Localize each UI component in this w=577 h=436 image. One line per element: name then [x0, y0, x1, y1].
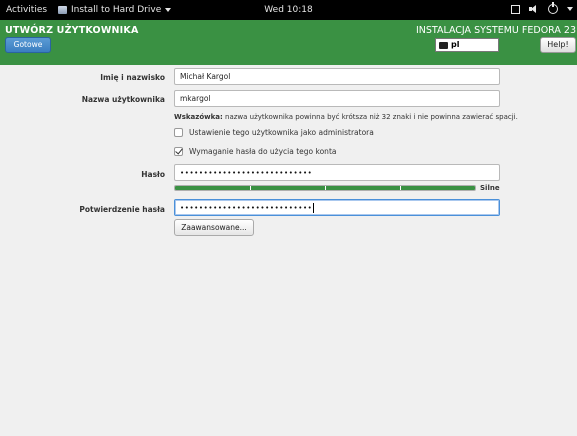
confirm-password-label: Potwierdzenie hasła [79, 205, 165, 214]
confirm-password-field[interactable]: •••••••••••••••••••••••••••• [174, 199, 500, 216]
activities-button[interactable]: Activities [6, 5, 47, 15]
keyboard-layout-label: pl [451, 40, 460, 49]
full-name-label: Imię i nazwisko [100, 73, 165, 82]
username-field[interactable]: mkargol [174, 90, 500, 107]
page-title: UTWÓRZ UŻYTKOWNIKA [5, 25, 139, 36]
require-password-checkbox[interactable] [174, 147, 183, 156]
volume-icon [529, 4, 539, 14]
power-icon [548, 2, 558, 14]
password-strength-label: Silne [480, 184, 500, 192]
window-icon [511, 4, 520, 14]
advanced-button[interactable]: Zaawansowane... [174, 219, 254, 236]
admin-checkbox-row[interactable]: Ustawienie tego użytkownika jako adminis… [174, 128, 374, 137]
username-value: mkargol [180, 94, 211, 103]
text-cursor [313, 203, 315, 213]
top-bar: Activities Install to Hard Drive Wed 10:… [0, 0, 577, 20]
full-name-field[interactable]: Michał Kargol [174, 68, 500, 85]
done-button[interactable]: Gotowe [5, 37, 51, 53]
keyboard-icon [439, 41, 448, 49]
strength-tick [325, 186, 326, 190]
app-menu[interactable]: Install to Hard Drive [58, 5, 172, 15]
chevron-down-icon [567, 7, 573, 11]
require-password-checkbox-row[interactable]: Wymaganie hasła do użycia tego konta [174, 147, 336, 156]
system-tray[interactable] [511, 2, 573, 14]
require-password-label: Wymaganie hasła do użycia tego konta [189, 147, 337, 156]
strength-tick [250, 186, 251, 190]
password-label: Hasło [141, 170, 165, 179]
password-value: •••••••••••••••••••••••••••• [180, 169, 313, 177]
app-name: Install to Hard Drive [71, 5, 162, 15]
username-hint: Wskazówka: nazwa użytkownika powinna być… [174, 113, 518, 121]
drive-icon [58, 6, 67, 14]
password-strength-meter [174, 185, 476, 191]
help-button[interactable]: Help! [540, 37, 576, 53]
hint-prefix: Wskazówka: [174, 113, 223, 121]
admin-checkbox[interactable] [174, 128, 183, 137]
header: UTWÓRZ UŻYTKOWNIKA Gotowe INSTALACJA SYS… [0, 20, 577, 65]
full-name-value: Michał Kargol [180, 72, 231, 81]
username-label: Nazwa użytkownika [81, 95, 165, 104]
password-field[interactable]: •••••••••••••••••••••••••••• [174, 164, 500, 181]
chevron-down-icon [165, 8, 172, 12]
strength-tick [400, 186, 401, 190]
confirm-password-value: •••••••••••••••••••••••••••• [180, 204, 313, 212]
admin-checkbox-label: Ustawienie tego użytkownika jako adminis… [189, 128, 374, 137]
keyboard-layout-indicator[interactable]: pl [435, 38, 499, 52]
hint-text: nazwa użytkownika powinna być krótsza ni… [225, 113, 518, 121]
installer-title: INSTALACJA SYSTEMU FEDORA 23 [415, 25, 576, 36]
